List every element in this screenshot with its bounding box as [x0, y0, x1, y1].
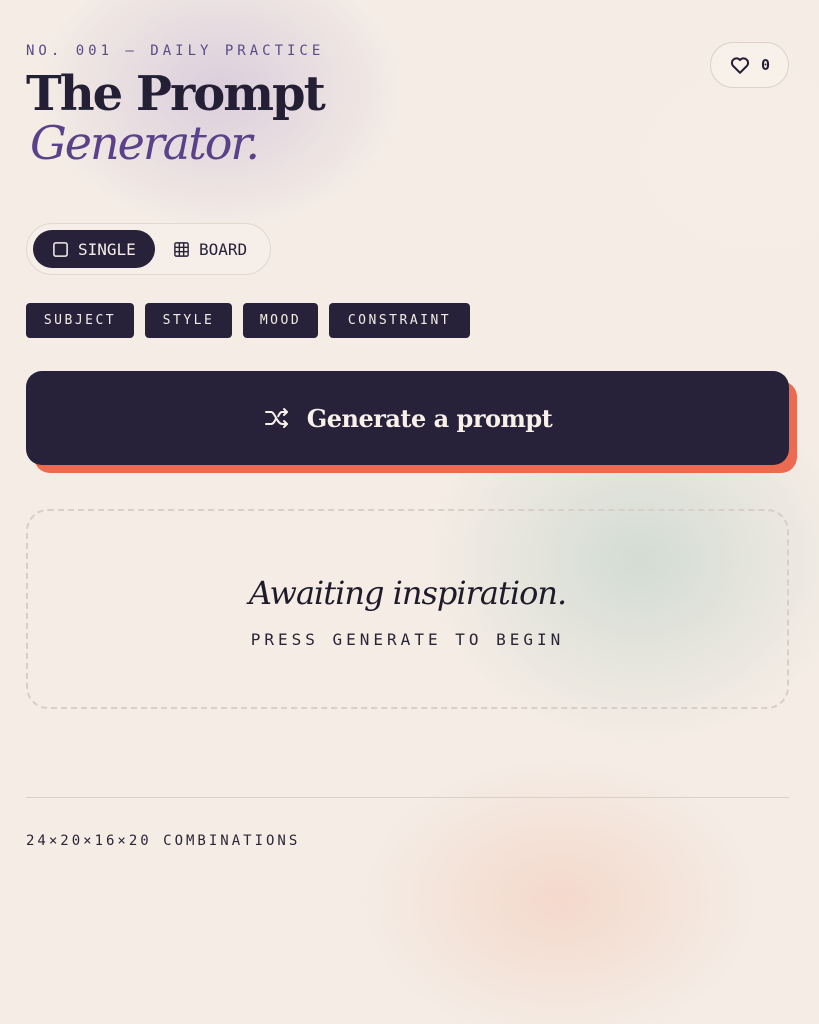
square-icon — [53, 241, 68, 257]
grid-icon — [174, 241, 189, 257]
mode-single-button[interactable]: SINGLE — [33, 230, 155, 268]
chip-style[interactable]: STYLE — [145, 303, 232, 338]
mode-board-button[interactable]: BOARD — [171, 230, 267, 268]
chip-subject[interactable]: SUBJECT — [26, 303, 134, 338]
combinations-count: 24×20×16×20 COMBINATIONS — [26, 833, 301, 849]
generator-card: NO. 001 — DAILY PRACTICE The Prompt Gene… — [0, 0, 819, 1024]
page-title: The Prompt — [26, 66, 326, 122]
page-title-accent: Generator. — [30, 116, 260, 170]
chip-constraint[interactable]: CONSTRAINT — [329, 303, 470, 338]
footer-divider — [26, 797, 789, 798]
chip-mood[interactable]: MOOD — [243, 303, 318, 338]
shuffle-icon — [264, 408, 288, 428]
prompt-result-area: Awaiting inspiration. PRESS GENERATE TO … — [26, 509, 789, 709]
generate-button-label: Generate a prompt — [306, 403, 553, 433]
generate-button[interactable]: Generate a prompt — [26, 371, 789, 465]
like-button[interactable]: 0 — [710, 42, 789, 88]
mode-single-label: SINGLE — [78, 239, 136, 259]
like-count: 0 — [760, 56, 771, 74]
mode-board-label: BOARD — [199, 239, 248, 259]
issue-kicker: NO. 001 — DAILY PRACTICE — [26, 43, 325, 59]
heart-icon — [730, 57, 750, 74]
empty-state-subtitle: PRESS GENERATE TO BEGIN — [250, 630, 565, 649]
mode-toggle: SINGLE BOARD — [26, 223, 271, 275]
empty-state-title: Awaiting inspiration. — [248, 574, 567, 612]
